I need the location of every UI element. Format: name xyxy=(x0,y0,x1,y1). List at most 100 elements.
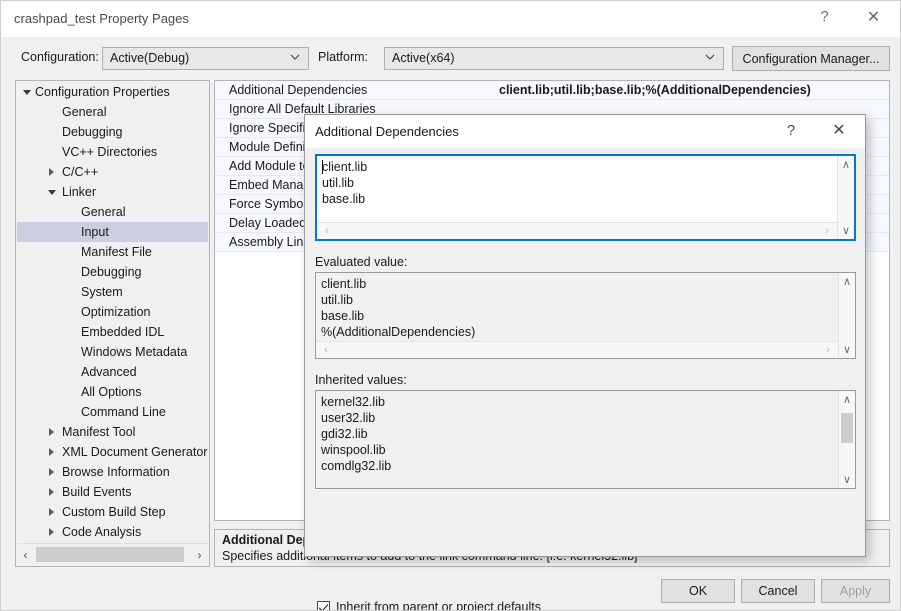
tree-item-configuration-properties[interactable]: Configuration Properties xyxy=(17,82,208,102)
scroll-up-icon[interactable]: ∧ xyxy=(839,391,855,408)
scroll-down-icon[interactable]: ∨ xyxy=(838,222,854,239)
property-value: client.lib;util.lib;base.lib;%(Additiona… xyxy=(499,81,811,100)
property-pages-window: crashpad_test Property Pages ? ✕ Configu… xyxy=(0,0,901,611)
checkbox-box[interactable] xyxy=(317,601,330,611)
tree-item-label: Debugging xyxy=(81,262,141,282)
chevron-right-icon[interactable] xyxy=(48,448,57,457)
chevron-down-icon[interactable] xyxy=(23,88,32,97)
evaluated-value-text: client.lib util.lib base.lib %(Additiona… xyxy=(321,276,475,340)
tree-item-system[interactable]: System xyxy=(17,282,208,302)
dialog-title: Additional Dependencies xyxy=(315,124,459,139)
tree-item-label: Manifest File xyxy=(81,242,152,262)
configuration-tree-panel: Configuration PropertiesGeneralDebugging… xyxy=(15,80,210,567)
scroll-left-icon[interactable]: ‹ xyxy=(318,342,334,358)
tree-item-code-analysis[interactable]: Code Analysis xyxy=(17,522,208,542)
property-row[interactable]: Additional Dependencies client.lib;util.l… xyxy=(215,81,889,100)
help-icon[interactable]: ? xyxy=(802,1,847,32)
tree-item-debugging[interactable]: Debugging xyxy=(17,262,208,282)
tree-horizontal-scrollbar[interactable]: ‹ › xyxy=(17,543,208,565)
chevron-right-icon[interactable] xyxy=(48,528,57,537)
tree-item-windows-metadata[interactable]: Windows Metadata xyxy=(17,342,208,362)
chevron-right-icon[interactable] xyxy=(48,508,57,517)
tree-item-manifest-tool[interactable]: Manifest Tool xyxy=(17,422,208,442)
tree-item-manifest-file[interactable]: Manifest File xyxy=(17,242,208,262)
tree-item-label: General xyxy=(81,202,125,222)
evaluated-horizontal-scrollbar[interactable]: ‹ › xyxy=(316,341,838,358)
tree-item-label: Windows Metadata xyxy=(81,342,187,362)
tree-item-browse-information[interactable]: Browse Information xyxy=(17,462,208,482)
tree-item-optimization[interactable]: Optimization xyxy=(17,302,208,322)
scroll-left-icon[interactable]: ‹ xyxy=(319,223,335,239)
dialog-close-icon[interactable]: ✕ xyxy=(817,115,861,145)
dependencies-edit-box[interactable]: client.lib util.lib base.lib ∧ ∨ ‹ › xyxy=(315,154,856,241)
tree-item-label: All Options xyxy=(81,382,141,402)
tree-item-label: Code Analysis xyxy=(62,522,141,542)
tree-item-label: XML Document Generator xyxy=(62,442,207,462)
chevron-right-icon[interactable] xyxy=(48,428,57,437)
scroll-right-icon[interactable]: › xyxy=(191,544,208,565)
tree-item-command-line[interactable]: Command Line xyxy=(17,402,208,422)
cancel-button[interactable]: Cancel xyxy=(741,579,815,603)
tree-item-all-options[interactable]: All Options xyxy=(17,382,208,402)
platform-dropdown-value: Active(x64) xyxy=(392,51,455,65)
scroll-right-icon[interactable]: › xyxy=(819,223,835,239)
scroll-down-icon[interactable]: ∨ xyxy=(839,471,855,488)
tree-item-general[interactable]: General xyxy=(17,202,208,222)
chevron-down-icon xyxy=(705,52,715,62)
tree-item-embedded-idl[interactable]: Embedded IDL xyxy=(17,322,208,342)
inherit-defaults-checkbox[interactable]: Inherit from parent or project defaults xyxy=(317,600,541,611)
apply-button: Apply xyxy=(821,579,890,603)
edit-horizontal-scrollbar[interactable]: ‹ › xyxy=(317,222,837,239)
close-icon[interactable]: ✕ xyxy=(851,1,896,32)
window-title: crashpad_test Property Pages xyxy=(14,11,189,26)
configuration-label: Configuration: xyxy=(21,50,99,64)
tree-item-advanced[interactable]: Advanced xyxy=(17,362,208,382)
tree-item-label: Advanced xyxy=(81,362,137,382)
scroll-down-icon[interactable]: ∨ xyxy=(839,341,855,358)
property-name: Additional Dependencies xyxy=(229,81,367,100)
dialog-titlebar: Additional Dependencies ? ✕ xyxy=(305,115,865,148)
tree-item-label: C/C++ xyxy=(62,162,98,182)
tree-item-label: Configuration Properties xyxy=(35,82,170,102)
chevron-down-icon[interactable] xyxy=(48,188,57,197)
tree-item-build-events[interactable]: Build Events xyxy=(17,482,208,502)
tree-item-label: Command Line xyxy=(81,402,166,422)
tree-item-label: System xyxy=(81,282,123,302)
ok-button[interactable]: OK xyxy=(661,579,735,603)
tree-item-c-c[interactable]: C/C++ xyxy=(17,162,208,182)
tree-item-debugging[interactable]: Debugging xyxy=(17,122,208,142)
platform-dropdown[interactable]: Active(x64) xyxy=(384,47,724,70)
tree-item-input[interactable]: Input xyxy=(17,222,208,242)
scroll-up-icon[interactable]: ∧ xyxy=(838,156,854,173)
inherited-scroll-thumb[interactable] xyxy=(841,413,853,443)
tree-item-xml-document-generator[interactable]: XML Document Generator xyxy=(17,442,208,462)
evaluated-vertical-scrollbar[interactable]: ∧ ∨ xyxy=(838,273,855,358)
additional-dependencies-dialog: Additional Dependencies ? ✕ client.lib u… xyxy=(304,114,866,557)
tree-item-custom-build-step[interactable]: Custom Build Step xyxy=(17,502,208,522)
dialog-help-icon[interactable]: ? xyxy=(769,115,813,145)
tree-item-label: General xyxy=(62,102,106,122)
scroll-up-icon[interactable]: ∧ xyxy=(839,273,855,290)
inherited-vertical-scrollbar[interactable]: ∧ ∨ xyxy=(838,391,855,488)
chevron-right-icon[interactable] xyxy=(48,468,57,477)
tree-item-label: Manifest Tool xyxy=(62,422,135,442)
edit-vertical-scrollbar[interactable]: ∧ ∨ xyxy=(837,156,854,239)
inherited-values-box: kernel32.lib user32.lib gdi32.lib winspo… xyxy=(315,390,856,489)
configuration-dropdown-value: Active(Debug) xyxy=(110,51,189,65)
tree-item-linker[interactable]: Linker xyxy=(17,182,208,202)
tree-item-general[interactable]: General xyxy=(17,102,208,122)
chevron-right-icon[interactable] xyxy=(48,488,57,497)
scroll-right-icon[interactable]: › xyxy=(820,342,836,358)
window-titlebar: crashpad_test Property Pages ? ✕ xyxy=(1,1,901,37)
tree-hscroll-thumb[interactable] xyxy=(36,547,184,562)
tree-item-label: Custom Build Step xyxy=(62,502,166,522)
scroll-left-icon[interactable]: ‹ xyxy=(17,544,34,565)
inherit-defaults-label: Inherit from parent or project defaults xyxy=(336,600,541,611)
tree-item-vc-directories[interactable]: VC++ Directories xyxy=(17,142,208,162)
chevron-right-icon[interactable] xyxy=(48,168,57,177)
inherited-values-label: Inherited values: xyxy=(315,373,407,387)
configuration-manager-button[interactable]: Configuration Manager... xyxy=(732,46,890,71)
configuration-dropdown[interactable]: Active(Debug) xyxy=(102,47,309,70)
dependencies-edit-value: client.lib util.lib base.lib xyxy=(322,159,367,207)
configuration-tree[interactable]: Configuration PropertiesGeneralDebugging… xyxy=(17,82,208,543)
